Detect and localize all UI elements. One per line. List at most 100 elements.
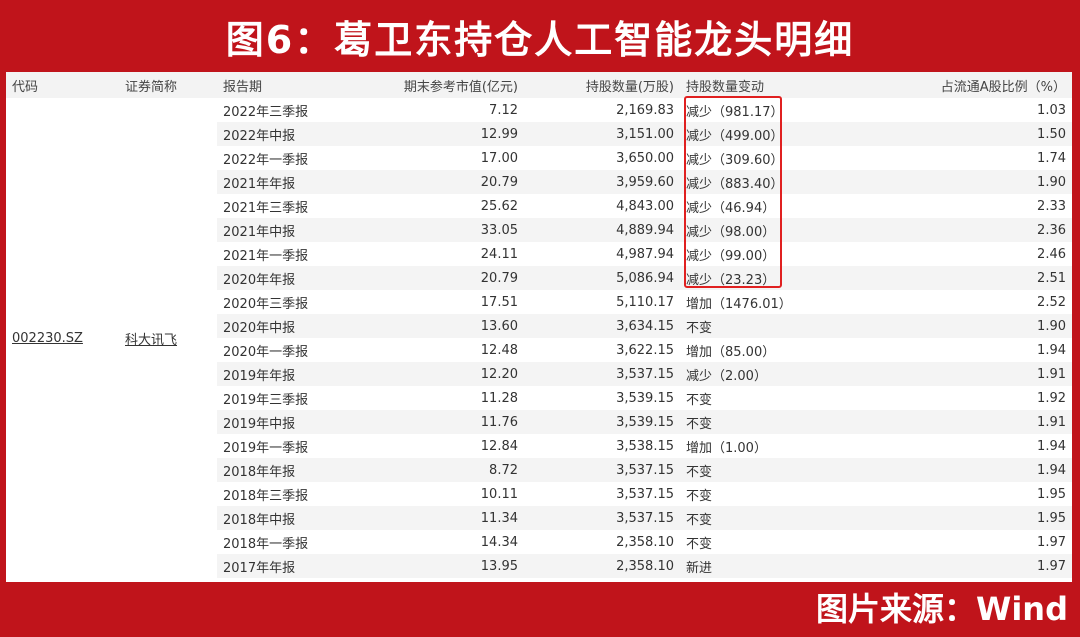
header-period[interactable]: 报告期 — [217, 72, 372, 98]
report-period-cell: 2018年一季报 — [223, 536, 309, 552]
market-value-cell: 12.99 — [372, 122, 524, 146]
float-ratio-cell: 1.90 — [860, 170, 1072, 194]
report-period-cell: 2021年一季报 — [223, 248, 309, 264]
market-value-cell: 8.72 — [372, 458, 524, 482]
float-ratio-cell: 1.92 — [1037, 390, 1066, 406]
report-period-cell: 2019年年报 — [217, 362, 372, 386]
share-change-cell: 减少（883.40） — [680, 170, 860, 194]
shares-cell: 2,169.83 — [616, 102, 674, 118]
market-value-cell: 13.60 — [372, 314, 524, 338]
market-value-cell: 12.48 — [480, 342, 518, 358]
shares-cell: 4,889.94 — [524, 218, 680, 242]
float-ratio-cell: 1.50 — [860, 122, 1072, 146]
header-name[interactable]: 证券简称 — [119, 72, 217, 98]
security-name-cell: 科大讯飞 — [119, 98, 217, 578]
share-change-cell: 减少（2.00） — [680, 362, 860, 386]
share-change-cell: 减少（23.23） — [680, 266, 860, 290]
share-change-cell: 新进 — [680, 554, 860, 578]
shares-cell: 3,537.15 — [524, 458, 680, 482]
shares-cell: 3,622.15 — [616, 342, 674, 358]
report-period-cell: 2019年一季报 — [223, 440, 309, 456]
share-change-cell: 减少（98.00） — [680, 218, 860, 242]
report-period-cell: 2022年三季报 — [223, 104, 309, 120]
report-period-cell: 2018年三季报 — [223, 488, 309, 504]
market-value-cell: 13.95 — [372, 554, 524, 578]
shares-cell: 4,843.00 — [616, 198, 674, 214]
market-value-cell: 11.76 — [372, 410, 524, 434]
market-value-cell: 11.34 — [372, 506, 524, 530]
share-change-cell: 减少（981.17） — [686, 104, 784, 120]
float-ratio-cell: 1.91 — [860, 362, 1072, 386]
header-float-ratio[interactable]: 占流通A股比例（%） — [860, 72, 1072, 98]
float-ratio-cell: 1.94 — [1037, 342, 1066, 358]
share-change-cell: 增加（1.00） — [686, 440, 767, 456]
report-period-cell: 2020年三季报 — [223, 296, 309, 312]
share-change-cell: 不变 — [680, 458, 860, 482]
share-change-cell: 不变 — [680, 314, 860, 338]
market-value-cell: 20.79 — [372, 266, 524, 290]
float-ratio-cell: 2.52 — [1037, 294, 1066, 310]
report-period-cell: 2021年三季报 — [223, 200, 309, 216]
shares-cell: 3,650.00 — [616, 150, 674, 166]
share-change-cell: 增加（85.00） — [686, 344, 776, 360]
report-period-cell: 2018年中报 — [217, 506, 372, 530]
header-code[interactable]: 代码 — [6, 72, 119, 98]
market-value-cell: 25.62 — [480, 198, 518, 214]
report-period-cell: 2021年中报 — [217, 218, 372, 242]
shares-cell: 3,539.15 — [616, 390, 674, 406]
table-row: 002230.SZ 科大讯飞 2022年三季报 7.12 2,169.83 减少（981.… — [6, 98, 1072, 578]
shares-cell: 2,358.10 — [524, 554, 680, 578]
share-change-cell: 不变 — [686, 392, 713, 408]
source-note: 图片来源：Wind — [816, 590, 1068, 628]
shares-cell: 3,151.00 — [524, 122, 680, 146]
float-ratio-cell: 1.74 — [1037, 150, 1066, 166]
float-ratio-cell: 1.90 — [860, 314, 1072, 338]
security-code-cell: 002230.SZ — [6, 98, 119, 578]
shares-cell: 3,537.15 — [524, 362, 680, 386]
report-period-cell: 2020年中报 — [217, 314, 372, 338]
shares-cell: 3,539.15 — [524, 410, 680, 434]
share-change-cell: 不变 — [680, 410, 860, 434]
market-value-cell: 20.79 — [372, 170, 524, 194]
report-period-cell: 2021年年报 — [217, 170, 372, 194]
float-ratio-cell: 2.36 — [860, 218, 1072, 242]
share-change-cell: 减少（309.60） — [686, 152, 784, 168]
share-change-cell: 减少（499.00） — [680, 122, 860, 146]
market-value-cell: 17.51 — [480, 294, 518, 310]
report-period-cell: 2022年一季报 — [223, 152, 309, 168]
header-shares[interactable]: 持股数量(万股) — [524, 72, 680, 98]
float-ratio-cell: 1.97 — [860, 554, 1072, 578]
holdings-table: 代码 证券简称 报告期 期末参考市值(亿元) 持股数量(万股) 持股数量变动 占… — [6, 72, 1072, 578]
report-period-cell: 2018年年报 — [217, 458, 372, 482]
share-change-cell: 不变 — [686, 536, 713, 552]
share-change-cell: 减少（46.94） — [686, 200, 776, 216]
float-ratio-cell: 1.97 — [1037, 534, 1066, 550]
report-period-cell: 2017年年报 — [217, 554, 372, 578]
share-change-cell: 增加（1476.01） — [686, 296, 792, 312]
market-value-cell: 14.34 — [480, 534, 518, 550]
shares-cell: 3,537.15 — [524, 506, 680, 530]
float-ratio-cell: 1.94 — [1037, 438, 1066, 454]
market-value-cell: 33.05 — [372, 218, 524, 242]
report-period-cell: 2020年一季报 — [223, 344, 309, 360]
security-code-link[interactable]: 002230.SZ — [12, 331, 83, 346]
share-change-cell: 减少（99.00） — [686, 248, 776, 264]
market-value-cell: 11.28 — [480, 390, 518, 406]
market-value-cell: 12.84 — [480, 438, 518, 454]
float-ratio-cell: 1.95 — [860, 506, 1072, 530]
float-ratio-cell: 1.03 — [1037, 102, 1066, 118]
holdings-table-panel: 代码 证券简称 报告期 期末参考市值(亿元) 持股数量(万股) 持股数量变动 占… — [6, 72, 1072, 582]
report-period-cell: 2019年三季报 — [223, 392, 309, 408]
float-ratio-cell: 1.91 — [860, 410, 1072, 434]
security-name-link[interactable]: 科大讯飞 — [125, 333, 177, 348]
float-ratio-cell: 2.46 — [1037, 246, 1066, 262]
shares-cell: 4,987.94 — [616, 246, 674, 262]
header-share-change[interactable]: 持股数量变动 — [680, 72, 860, 98]
header-market-value[interactable]: 期末参考市值(亿元) — [372, 72, 524, 98]
float-ratio-cell: 2.51 — [860, 266, 1072, 290]
market-value-cell: 7.12 — [489, 102, 518, 118]
shares-cell: 5,086.94 — [524, 266, 680, 290]
shares-cell: 3,634.15 — [524, 314, 680, 338]
shares-cell: 3,959.60 — [524, 170, 680, 194]
shares-cell: 3,538.15 — [616, 438, 674, 454]
